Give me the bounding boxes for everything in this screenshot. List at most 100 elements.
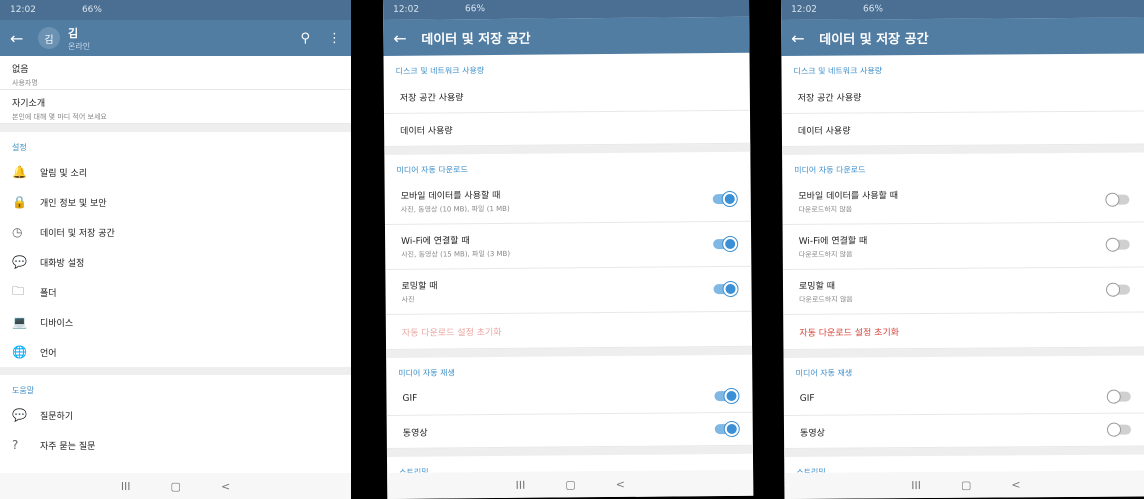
toggle-knob — [1106, 422, 1122, 437]
autoplay-toggle[interactable] — [1106, 422, 1132, 437]
auto-download-row[interactable]: 모바일 데이터를 사용할 때 사진, 동영상 (10 MB), 파일 (1 MB) — [384, 176, 751, 225]
search-icon[interactable]: ⚲ — [300, 31, 310, 46]
toggle-knob — [1105, 282, 1121, 297]
username-row[interactable]: 없음 사용자명 — [0, 56, 351, 90]
home-icon[interactable]: ▢ — [171, 480, 181, 493]
status-bar: 12:02 66% — [0, 0, 351, 20]
clock-icon: ◷ — [12, 225, 23, 239]
settings-item[interactable]: 🔒 개인 정보 및 보안 — [0, 187, 351, 217]
autoplay-row[interactable]: GIF — [783, 380, 1144, 416]
home-icon[interactable]: ▢ — [565, 478, 576, 491]
autoplay-row[interactable]: 동영상 — [386, 412, 753, 449]
auto-download-toggle[interactable] — [713, 236, 738, 252]
auto-download-text: Wi-Fi에 연결할 때다운로드하지 않음 — [799, 232, 1108, 260]
auto-download-toggle[interactable] — [712, 191, 737, 207]
help-item[interactable]: ? 자주 묻는 질문 — [0, 430, 351, 460]
autoplay-row[interactable]: 동영상 — [783, 413, 1144, 449]
settings-item[interactable]: 🔔 알림 및 소리 — [0, 157, 351, 187]
recent-apps-icon[interactable]: III — [911, 479, 921, 492]
settings-item-label: 알림 및 소리 — [40, 168, 88, 179]
auto-download-summary: 다운로드하지 않음 — [798, 250, 853, 259]
auto-download-row[interactable]: Wi-Fi에 연결할 때다운로드하지 않음 — [782, 222, 1144, 270]
auto-download-summary: 사진, 동영상 (15 MB), 파일 (3 MB) — [401, 249, 511, 259]
back-arrow-icon[interactable]: ← — [791, 28, 819, 47]
home-icon[interactable]: ▢ — [961, 478, 971, 491]
auto-download-row[interactable]: 로밍할 때 다운로드하지 않음 — [782, 267, 1144, 315]
auto-download-row[interactable]: Wi-Fi에 연결할 때 사진, 동영상 (15 MB), 파일 (3 MB) — [384, 221, 752, 270]
app-bar: ← 데이터 및 저장 공간 — [781, 17, 1144, 56]
settings-item[interactable]: 💻 디바이스 — [0, 307, 351, 337]
settings-item[interactable]: 🌐 언어 — [0, 337, 351, 367]
help-item-label: 질문하기 — [40, 411, 74, 422]
help-item[interactable]: 💬 질문하기 — [0, 400, 351, 430]
page-title: 데이터 및 저장 공간 — [819, 31, 929, 48]
storage-usage-label: 저장 공간 사용량 — [797, 92, 862, 104]
laptop-icon: 💻 — [12, 315, 27, 329]
autoplay-toggle[interactable] — [714, 421, 739, 437]
settings-item[interactable]: 💬 대화방 설정 — [0, 247, 351, 277]
system-nav-bar: III ▢ < — [0, 473, 351, 499]
auto-download-summary: 사진 — [401, 295, 415, 304]
back-arrow-icon[interactable]: ← — [393, 28, 421, 47]
data-usage-label: 데이터 사용량 — [797, 126, 851, 137]
avatar[interactable]: 김 — [38, 27, 60, 49]
storage-usage-label: 저장 공간 사용량 — [399, 92, 464, 104]
reset-auto-download-button[interactable]: 자동 다운로드 설정 초기화 — [783, 312, 1144, 350]
disk-network-header: 디스크 및 네트워크 사용량 — [395, 66, 485, 76]
online-status: 온라인 — [68, 41, 91, 51]
auto-download-row[interactable]: 모바일 데이터를 사용할 때 다운로드하지 않음 — [782, 177, 1144, 225]
settings-item-label: 폴더 — [40, 288, 57, 299]
back-nav-icon[interactable]: < — [1011, 478, 1020, 491]
auto-download-toggle[interactable] — [713, 281, 738, 297]
question-icon: ? — [12, 438, 19, 452]
lock-icon: 🔒 — [12, 195, 27, 209]
auto-download-text: 로밍할 때 사진 — [401, 276, 713, 305]
battery-level: 66% — [464, 4, 486, 15]
system-nav-bar: III ▢ < — [387, 469, 754, 499]
auto-download-title: Wi-Fi에 연결할 때 — [798, 236, 868, 247]
auto-download-toggle[interactable] — [1105, 237, 1130, 252]
autoplay-title: 동영상 — [402, 428, 428, 439]
autoplay-text: GIF — [800, 392, 1109, 404]
autoplay-row[interactable]: GIF — [386, 379, 753, 416]
settings-item-label: 데이터 및 저장 공간 — [40, 228, 115, 239]
settings-item-label: 대화방 설정 — [40, 258, 85, 269]
settings-item[interactable]: 🗀 폴더 — [0, 277, 351, 307]
section-gap — [0, 367, 351, 375]
autoplay-toggle[interactable] — [1106, 389, 1131, 404]
toggle-knob — [723, 236, 738, 252]
back-nav-icon[interactable]: < — [616, 477, 625, 490]
back-nav-icon[interactable]: < — [221, 480, 230, 493]
toggle-knob — [1105, 192, 1120, 207]
auto-download-summary: 다운로드하지 않음 — [799, 295, 853, 304]
chat-dots-icon: 💬 — [12, 408, 27, 422]
auto-download-text: 모바일 데이터를 사용할 때 다운로드하지 않음 — [798, 187, 1107, 215]
status-time: 12:02 — [791, 4, 818, 15]
auto-download-row[interactable]: 로밍할 때 사진 — [385, 266, 752, 315]
system-nav-bar: III ▢ < — [784, 470, 1144, 499]
settings-item[interactable]: ◷ 데이터 및 저장 공간 — [0, 217, 351, 247]
auto-download-toggle[interactable] — [1105, 282, 1131, 297]
settings-item-label: 언어 — [40, 348, 57, 359]
autoplay-title: 동영상 — [799, 428, 825, 439]
battery-level: 66% — [862, 4, 884, 15]
auto-download-toggle[interactable] — [1105, 192, 1130, 207]
data-usage-row[interactable]: 데이터 사용량 — [383, 110, 751, 147]
auto-download-title: 모바일 데이터를 사용할 때 — [798, 191, 899, 202]
reset-auto-download-button[interactable]: 자동 다운로드 설정 초기화 — [385, 311, 753, 350]
autoplay-text: 동영상 — [402, 423, 715, 439]
back-arrow-icon[interactable]: ← — [10, 29, 38, 48]
auto-download-text: 로밍할 때 다운로드하지 않음 — [799, 277, 1108, 305]
storage-usage-row[interactable]: 저장 공간 사용량 — [781, 78, 1144, 114]
recent-apps-icon[interactable]: III — [121, 480, 131, 493]
autoplay-toggle[interactable] — [714, 388, 739, 404]
bio-row[interactable]: 자기소개 본인에 대해 몇 마디 적어 보세요 — [0, 90, 351, 124]
recent-apps-icon[interactable]: III — [515, 478, 525, 491]
status-time: 12:02 — [10, 5, 36, 15]
chat-icon: 💬 — [12, 255, 27, 269]
settings-header: 설정 — [12, 143, 27, 152]
storage-usage-row[interactable]: 저장 공간 사용량 — [383, 77, 750, 114]
more-vertical-icon[interactable]: ⋮ — [328, 31, 341, 46]
data-usage-row[interactable]: 데이터 사용량 — [781, 111, 1144, 147]
settings-item-label: 개인 정보 및 보안 — [40, 198, 107, 209]
